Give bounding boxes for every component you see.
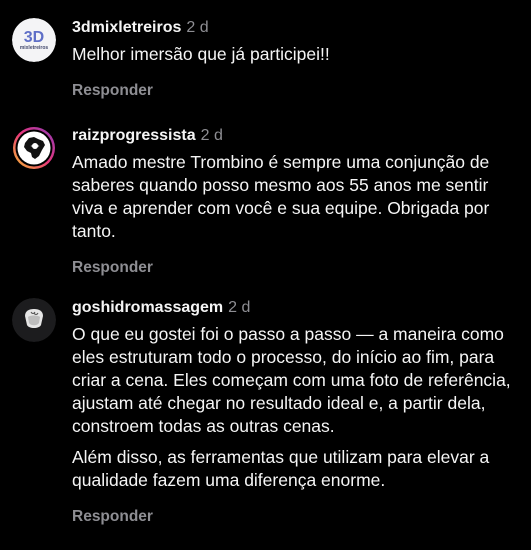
reply-button[interactable]: Responder [72,259,521,277]
timestamp: 2 d [228,299,251,316]
username[interactable]: raizprogressista [72,127,196,144]
comment-meta: 3dmixletreiros 2 d [72,18,521,38]
username[interactable]: goshidromassagem [72,299,223,316]
avatar[interactable] [12,126,56,170]
username[interactable]: 3dmixletreiros [72,19,181,36]
avatar-logo-subtext: mixletreiros [20,45,49,51]
3d-logo-icon: 3D mixletreiros [12,18,56,62]
timestamp: 2 d [186,19,209,36]
comment-meta: goshidromassagem 2 d [72,298,521,318]
comment-meta: raizprogressista 2 d [72,126,521,146]
reply-button[interactable]: Responder [72,508,521,526]
comment-paragraph: Amado mestre Trombino é sempre uma conju… [72,152,490,241]
avatar[interactable] [12,298,56,342]
comment-text: Amado mestre Trombino é sempre uma conju… [72,151,521,243]
avatar-logo-text: 3D [24,29,44,46]
comment-text: O que eu gostei foi o passo a passo — a … [72,323,521,492]
comment-paragraph: Melhor imersão que já participei!! [72,44,330,64]
reply-button[interactable]: Responder [72,82,521,100]
comment-paragraph: Além disso, as ferramentas que utilizam … [72,447,490,490]
comment-text: Melhor imersão que já participei!! [72,43,521,66]
avatar[interactable]: 3D mixletreiros [12,18,56,62]
brazil-map-icon [13,127,55,169]
hydromassage-logo-icon [12,298,56,342]
timestamp: 2 d [200,127,223,144]
comment-paragraph: O que eu gostei foi o passo a passo — a … [72,324,511,436]
